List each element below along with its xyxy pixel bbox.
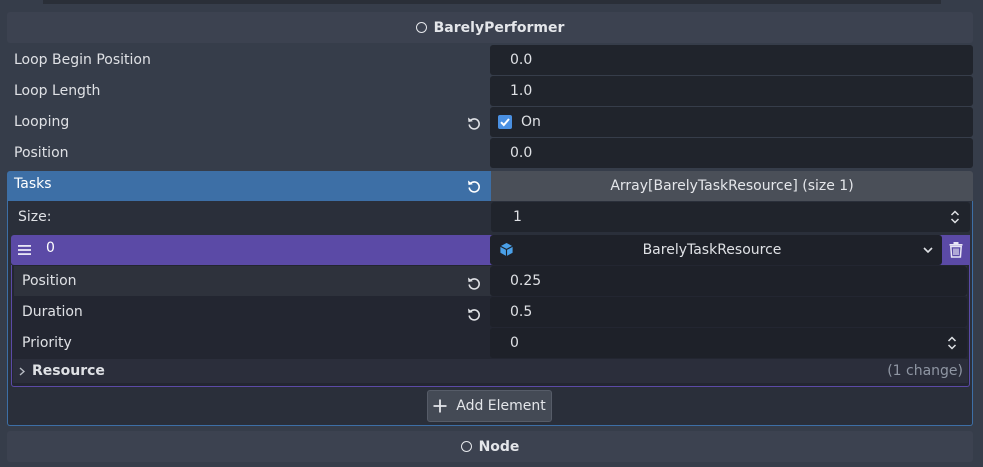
property-label: Position [14,145,69,161]
element-row-duration: Duration 0.5 [14,297,967,327]
checkbox-label: On [521,114,541,130]
loop-length-field[interactable]: 1.0 [490,76,973,106]
chevron-right-icon [19,367,25,376]
property-row-loop-length: Loop Length 1.0 [7,76,973,106]
revert-icon[interactable] [466,115,482,131]
size-stepper[interactable]: 1 [491,202,970,232]
size-label: Size: [18,209,52,225]
position-field[interactable]: 0.0 [490,138,973,168]
resource-type-select[interactable]: BarelyTaskResource [490,235,942,265]
plus-icon [433,399,447,413]
add-element-label: Add Element [456,398,546,414]
property-row-position: Position 0.0 [7,138,973,168]
resource-subsection-header[interactable]: Resource (1 change) [13,359,968,383]
circle-icon [460,441,472,452]
trash-icon [949,242,963,258]
property-label: Priority [22,335,72,351]
delete-element-button[interactable] [942,235,970,265]
section-title: BarelyPerformer [433,19,565,36]
section-title: Node [478,438,520,455]
tasks-label: Tasks [14,176,52,192]
property-row-loop-begin-position: Loop Begin Position 0.0 [7,45,973,75]
priority-value: 0 [510,335,519,351]
size-value: 1 [513,209,522,225]
property-row-looping: Looping On [7,107,973,137]
chevron-down-icon [923,247,933,254]
property-label: Duration [22,304,83,320]
add-element-button[interactable]: Add Element [427,390,552,422]
section-header-node[interactable]: Node [7,431,973,462]
element-row-position: Position 0.25 [14,266,967,296]
spinner-icon[interactable] [950,210,960,224]
property-label: Looping [14,114,70,130]
top-divider [43,0,941,4]
property-label: Position [22,273,77,289]
element-index: 0 [46,240,55,256]
revert-icon[interactable] [466,178,482,194]
tasks-array-button[interactable]: Array[BarelyTaskResource] (size 1) [491,171,973,201]
circle-icon [415,22,427,33]
property-label: Loop Length [14,83,101,99]
size-row: Size: 1 [11,202,970,232]
looping-checkbox-field[interactable]: On [490,107,973,137]
element-position-field[interactable]: 0.25 [490,266,967,296]
spinner-icon[interactable] [947,336,957,350]
element-row-priority: Priority 0 [14,328,967,358]
drag-handle-icon[interactable] [18,244,31,256]
resource-type-label: BarelyTaskResource [642,242,782,258]
element-duration-field[interactable]: 0.5 [490,297,967,327]
checkbox-icon[interactable] [498,115,512,129]
resource-label: Resource [32,363,105,379]
element-priority-stepper[interactable]: 0 [490,328,967,358]
loop-begin-position-field[interactable]: 0.0 [490,45,973,75]
revert-icon[interactable] [466,306,482,322]
resource-changes-count: (1 change) [887,363,963,379]
revert-icon[interactable] [466,275,482,291]
section-header-barely-performer[interactable]: BarelyPerformer [7,12,973,43]
property-label: Loop Begin Position [14,52,151,68]
tasks-header[interactable]: Tasks [7,171,491,202]
